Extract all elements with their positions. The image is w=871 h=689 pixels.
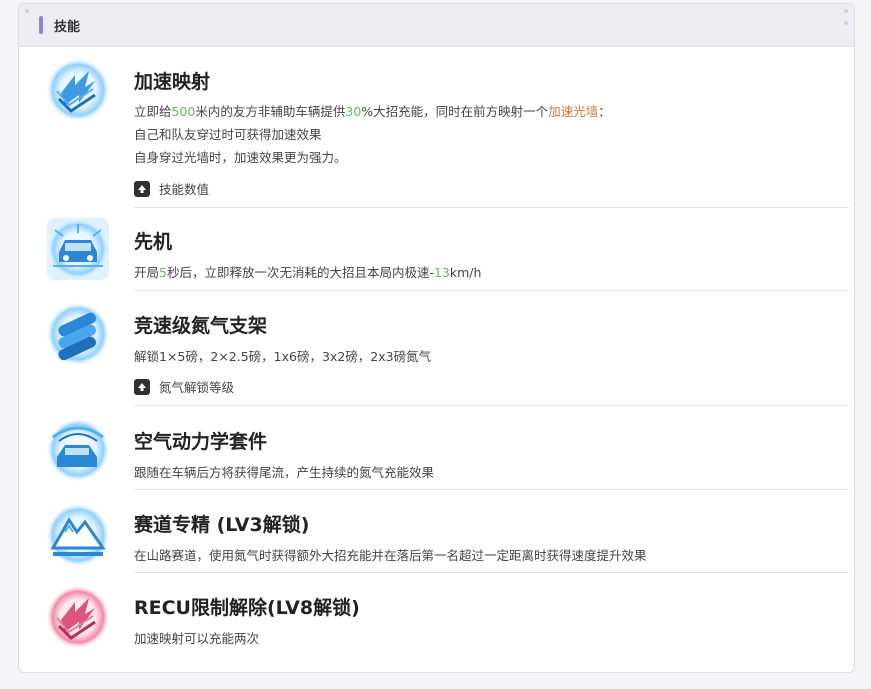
skill-name: 空气动力学套件 [134,431,268,453]
skills-panel: 技能 加速映射 立即给500米内的友方非辅助车辆提供30%大招充能，同时在前方映… [18,3,855,673]
initiative-car-icon [45,216,111,282]
skill-description-line: 开局5秒后，立即释放一次无消耗的大招且本局内极速-13km/h [134,265,482,280]
highlight-value: 13 [433,265,450,280]
arrow-up-icon [134,180,150,197]
corner-dot [25,9,29,13]
divider [134,290,849,291]
highlight-value: 5 [159,265,167,280]
divider [134,405,849,406]
arrow-up-icon [134,378,150,395]
skill-description-line: 自身穿过光墙时，加速效果更为强力。 [134,150,347,165]
skill-name: 竞速级氮气支架 [134,315,268,337]
divider [134,489,849,490]
highlight-value: 500 [171,104,196,119]
skill-description-line: 解锁1×5磅，2×2.5磅，1x6磅，3x2磅，2x3磅氮气 [134,349,432,364]
skill-description-line: 加速映射可以充能两次 [134,631,260,646]
skill-name: 赛道专精 (LV3解锁) [134,514,310,536]
skill-name: 加速映射 [134,71,211,93]
aero-kit-icon [45,417,111,483]
recu-unlock-icon [45,584,111,650]
toggle-label: 技能数值 [159,182,210,197]
divider [134,207,849,208]
header-accent-bar [39,16,43,34]
highlight-keyword: 加速光墙 [548,104,599,119]
skill-name: 先机 [134,231,173,253]
divider [134,572,849,573]
corner-dot [844,21,848,25]
highlight-value: 30 [345,104,362,119]
mountain-track-icon [45,502,111,568]
toggle-nitro-unlock-level[interactable]: 氮气解锁等级 [134,377,234,396]
corner-dot [844,9,848,13]
panel-title: 技能 [54,19,81,35]
accelerate-projection-icon [45,57,111,123]
panel-header: 技能 [19,4,854,47]
skill-description-line: 跟随在车辆后方将获得尾流，产生持续的氮气充能效果 [134,465,435,480]
skill-description-line: 立即给500米内的友方非辅助车辆提供30%大招充能，同时在前方映射一个加速光墙： [134,104,611,119]
toggle-label: 氮气解锁等级 [159,380,235,395]
skill-description-line: 自己和队友穿过时可获得加速效果 [134,127,322,142]
toggle-skill-values[interactable]: 技能数值 [134,179,209,198]
skill-name: RECU限制解除(LV8解锁) [134,597,360,619]
skill-description-line: 在山路赛道，使用氮气时获得额外大招充能并在落后第一名超过一定距离时获得速度提升效… [134,548,647,563]
nitro-rack-icon [45,301,111,367]
